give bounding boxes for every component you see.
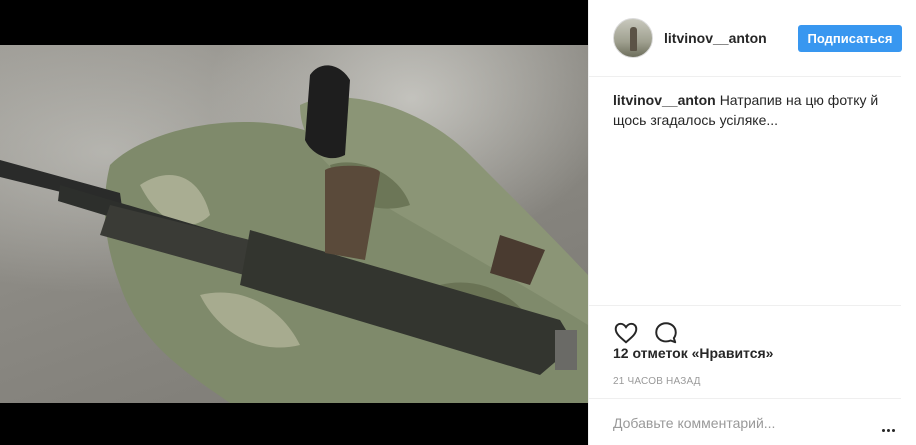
photo-pane (0, 0, 588, 445)
author-username[interactable]: litvinov__anton (664, 30, 767, 46)
post-caption: litvinov__anton Натрапив на цю фотку й що… (613, 90, 885, 130)
heart-icon[interactable] (613, 320, 639, 346)
comment-bar (589, 398, 901, 445)
follow-button[interactable]: Подписаться (798, 25, 902, 52)
post-photo[interactable] (0, 45, 588, 403)
likes-count[interactable]: 12 отметок «Нравится» (613, 345, 773, 361)
post-sidebar: litvinov__anton Подписаться litvinov__an… (588, 0, 916, 445)
avatar[interactable] (613, 18, 653, 58)
post-header: litvinov__anton Подписаться (589, 0, 902, 77)
photo-illustration (0, 65, 588, 403)
action-bar (589, 305, 901, 344)
comment-bubble-icon[interactable] (653, 320, 679, 346)
post-timestamp[interactable]: 21 часов назад (613, 376, 701, 387)
avatar-figure (630, 27, 637, 51)
caption-username[interactable]: litvinov__anton (613, 92, 716, 108)
comment-input[interactable] (613, 413, 853, 433)
more-options-icon[interactable] (882, 419, 897, 437)
